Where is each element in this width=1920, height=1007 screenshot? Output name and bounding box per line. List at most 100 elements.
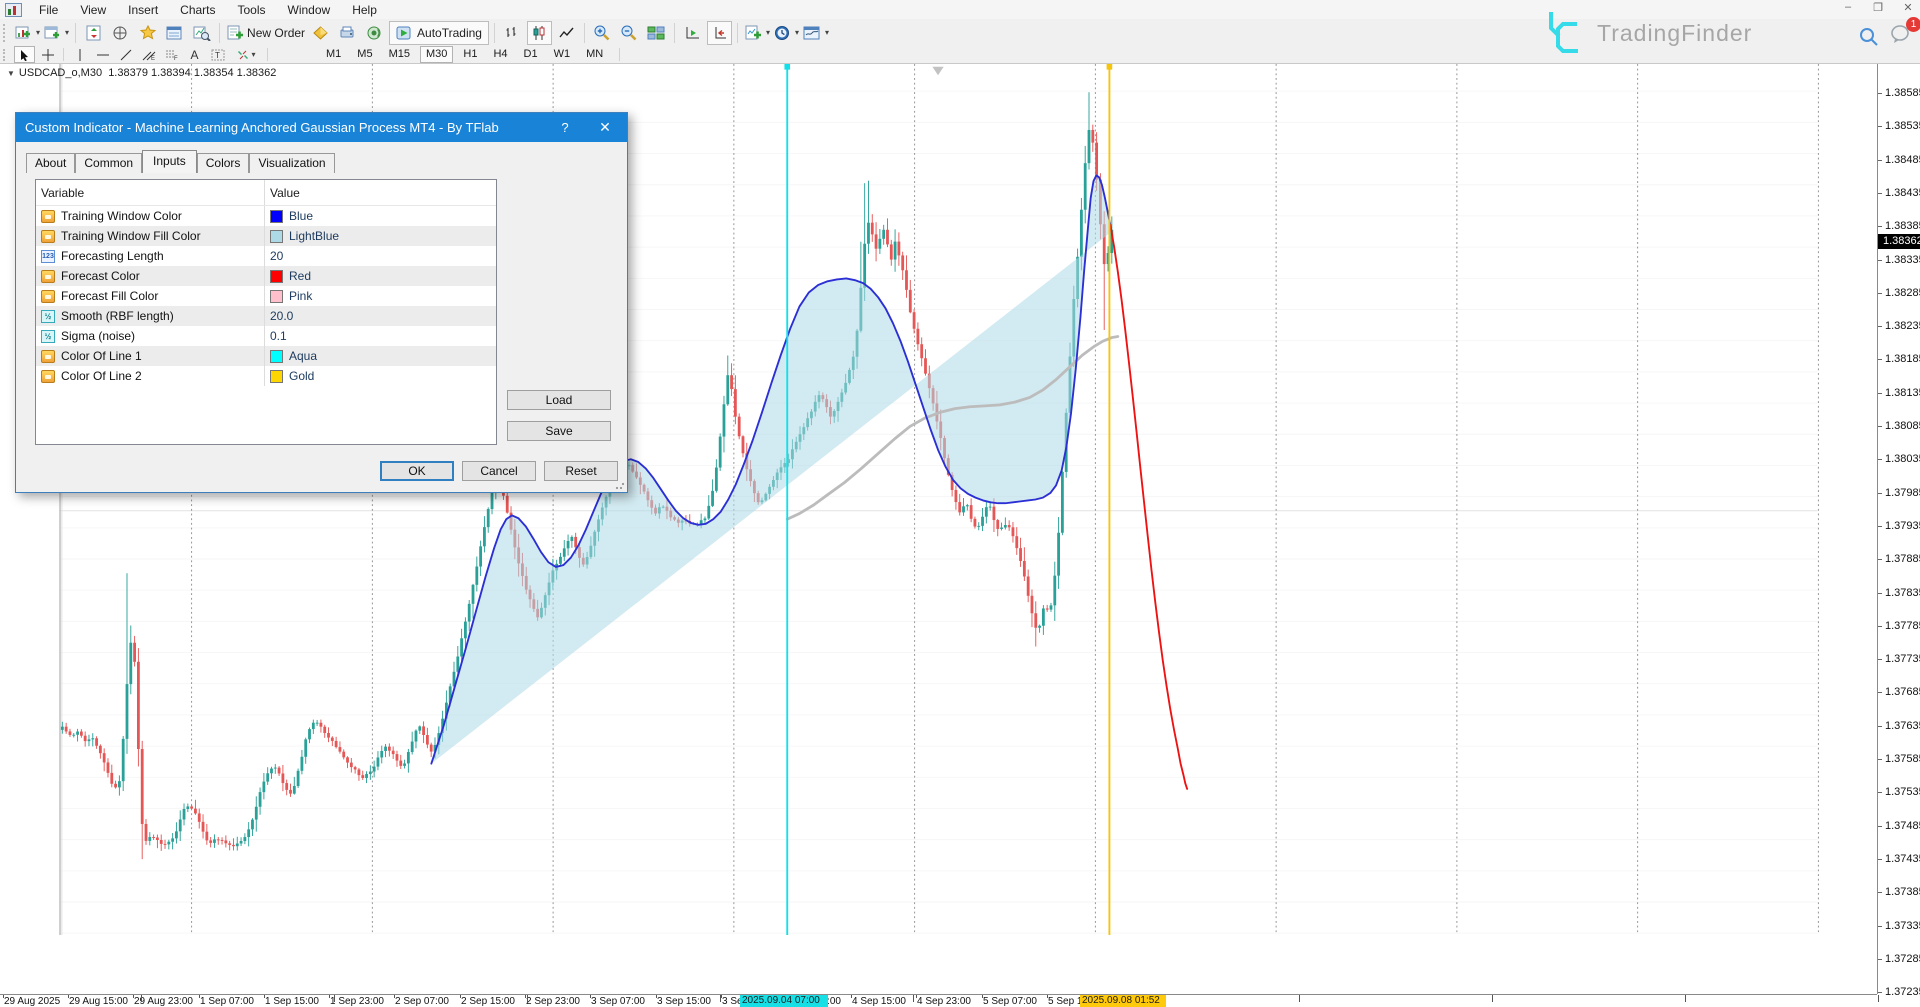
price-axis[interactable]: 1.385851.385351.384851.384351.383851.383… (1877, 64, 1920, 994)
restore-button[interactable]: ❐ (1870, 1, 1886, 14)
menu-window[interactable]: Window (277, 1, 342, 19)
table-row[interactable]: Forecast ColorRed (36, 266, 496, 286)
chart-shift-button[interactable] (707, 21, 732, 45)
param-value[interactable]: LightBlue (289, 229, 339, 243)
timeframe-m5[interactable]: M5 (351, 46, 378, 63)
auto-scroll-button[interactable] (680, 21, 705, 45)
alerts-button[interactable] (362, 21, 387, 45)
table-row[interactable]: Forecast Fill ColorPink (36, 286, 496, 306)
table-row[interactable]: ½Smooth (RBF length)20.0 (36, 306, 496, 326)
color-swatch[interactable] (270, 230, 283, 243)
horizontal-line-tool[interactable] (92, 46, 113, 63)
param-value[interactable]: 20.0 (270, 309, 293, 323)
timeframe-h1[interactable]: H1 (457, 46, 483, 63)
terminal-button[interactable] (162, 21, 187, 45)
channel-tool[interactable]: E (138, 46, 159, 63)
time-axis[interactable]: 29 Aug 202529 Aug 15:0029 Aug 23:001 Sep… (0, 994, 1877, 1007)
dialog-close-button[interactable]: ✕ (587, 113, 623, 142)
zoom-in-button[interactable] (590, 21, 615, 45)
chat-button[interactable]: 1 (1890, 24, 1912, 49)
color-swatch[interactable] (270, 290, 283, 303)
cursor-tool[interactable] (14, 46, 35, 63)
save-button[interactable]: Save (507, 421, 611, 441)
tile-windows-button[interactable] (644, 21, 669, 45)
bar-chart-mode-button[interactable] (500, 21, 525, 45)
menu-tools[interactable]: Tools (227, 1, 277, 19)
load-button[interactable]: Load (507, 390, 611, 410)
crosshair-tool[interactable] (37, 46, 58, 63)
dialog-resize-grip[interactable] (615, 480, 625, 490)
new-chart-button[interactable]: ▾ (14, 21, 41, 45)
price-label: 1.38485 (1885, 155, 1920, 165)
line-chart-mode-button[interactable] (554, 21, 579, 45)
param-value[interactable]: Aqua (289, 349, 317, 363)
color-swatch[interactable] (270, 210, 283, 223)
menu-view[interactable]: View (69, 1, 117, 19)
menu-file[interactable]: File (28, 1, 69, 19)
inputs-table: VariableValueTraining Window ColorBlueTr… (35, 179, 497, 445)
tab-about[interactable]: About (26, 153, 75, 173)
toolbar-grip[interactable] (3, 24, 9, 42)
param-value[interactable]: 0.1 (270, 329, 287, 343)
navigator-button[interactable] (135, 21, 160, 45)
trendline-tool[interactable] (115, 46, 136, 63)
toolbar-grip[interactable] (3, 49, 9, 61)
menu-charts[interactable]: Charts (169, 1, 226, 19)
ohlc-readout[interactable]: ▼USDCAD_o,M30 1.38379 1.38394 1.38354 1.… (7, 67, 276, 79)
menu-insert[interactable]: Insert (117, 1, 169, 19)
reset-button[interactable]: Reset (544, 461, 618, 481)
market-watch-button[interactable] (81, 21, 106, 45)
param-value[interactable]: 20 (270, 249, 283, 263)
color-swatch[interactable] (270, 350, 283, 363)
table-row[interactable]: Color Of Line 1Aqua (36, 346, 496, 366)
tab-inputs[interactable]: Inputs (142, 150, 197, 173)
param-value[interactable]: Blue (289, 209, 313, 223)
param-value[interactable]: Pink (289, 289, 312, 303)
zoom-out-button[interactable] (617, 21, 642, 45)
indicators-button[interactable]: ▾ (743, 21, 771, 45)
dialog-help-button[interactable]: ? (547, 113, 583, 142)
tab-common[interactable]: Common (75, 153, 142, 173)
table-row[interactable]: Training Window ColorBlue (36, 206, 496, 226)
arrows-tool[interactable]: ▾ (230, 46, 262, 63)
strategy-tester-button[interactable] (189, 21, 214, 45)
timeframe-h4[interactable]: H4 (487, 46, 513, 63)
autotrading-button[interactable]: AutoTrading (389, 21, 489, 45)
text-label-tool[interactable]: T (207, 46, 228, 63)
table-row[interactable]: 123Forecasting Length20 (36, 246, 496, 266)
timeframe-m15[interactable]: M15 (383, 46, 416, 63)
periods-button[interactable]: ▾ (773, 21, 800, 45)
mql5-community-button[interactable] (308, 21, 333, 45)
close-window-button[interactable]: ✕ (1900, 1, 1916, 14)
vertical-line-tool[interactable] (69, 46, 90, 63)
price-label: 1.37735 (1885, 654, 1920, 664)
menu-help[interactable]: Help (341, 1, 388, 19)
metaeditor-button[interactable] (335, 21, 360, 45)
timeframe-m1[interactable]: M1 (320, 46, 347, 63)
minimize-button[interactable]: – (1840, 1, 1856, 14)
search-icon[interactable] (1858, 26, 1880, 48)
table-row[interactable]: ½Sigma (noise)0.1 (36, 326, 496, 346)
color-swatch[interactable] (270, 370, 283, 383)
fibonacci-tool[interactable]: F (161, 46, 182, 63)
timeframe-m30[interactable]: M30 (420, 46, 453, 63)
ok-button[interactable]: OK (380, 461, 454, 481)
profiles-button[interactable]: ▾ (43, 21, 70, 45)
tab-visualization[interactable]: Visualization (249, 153, 334, 173)
timeframe-d1[interactable]: D1 (518, 46, 544, 63)
new-order-button[interactable]: New Order (225, 21, 306, 45)
data-window-button[interactable] (108, 21, 133, 45)
cancel-button[interactable]: Cancel (462, 461, 536, 481)
text-tool[interactable]: A (184, 46, 205, 63)
price-label: 1.37885 (1885, 554, 1920, 564)
param-value[interactable]: Red (289, 269, 311, 283)
param-value[interactable]: Gold (289, 369, 314, 383)
color-swatch[interactable] (270, 270, 283, 283)
table-row[interactable]: Training Window Fill ColorLightBlue (36, 226, 496, 246)
templates-button[interactable]: ▾ (802, 21, 830, 45)
candlestick-mode-button[interactable] (527, 21, 552, 45)
tab-colors[interactable]: Colors (197, 153, 250, 173)
timeframe-w1[interactable]: W1 (548, 46, 577, 63)
table-row[interactable]: Color Of Line 2Gold (36, 366, 496, 386)
timeframe-mn[interactable]: MN (580, 46, 609, 63)
